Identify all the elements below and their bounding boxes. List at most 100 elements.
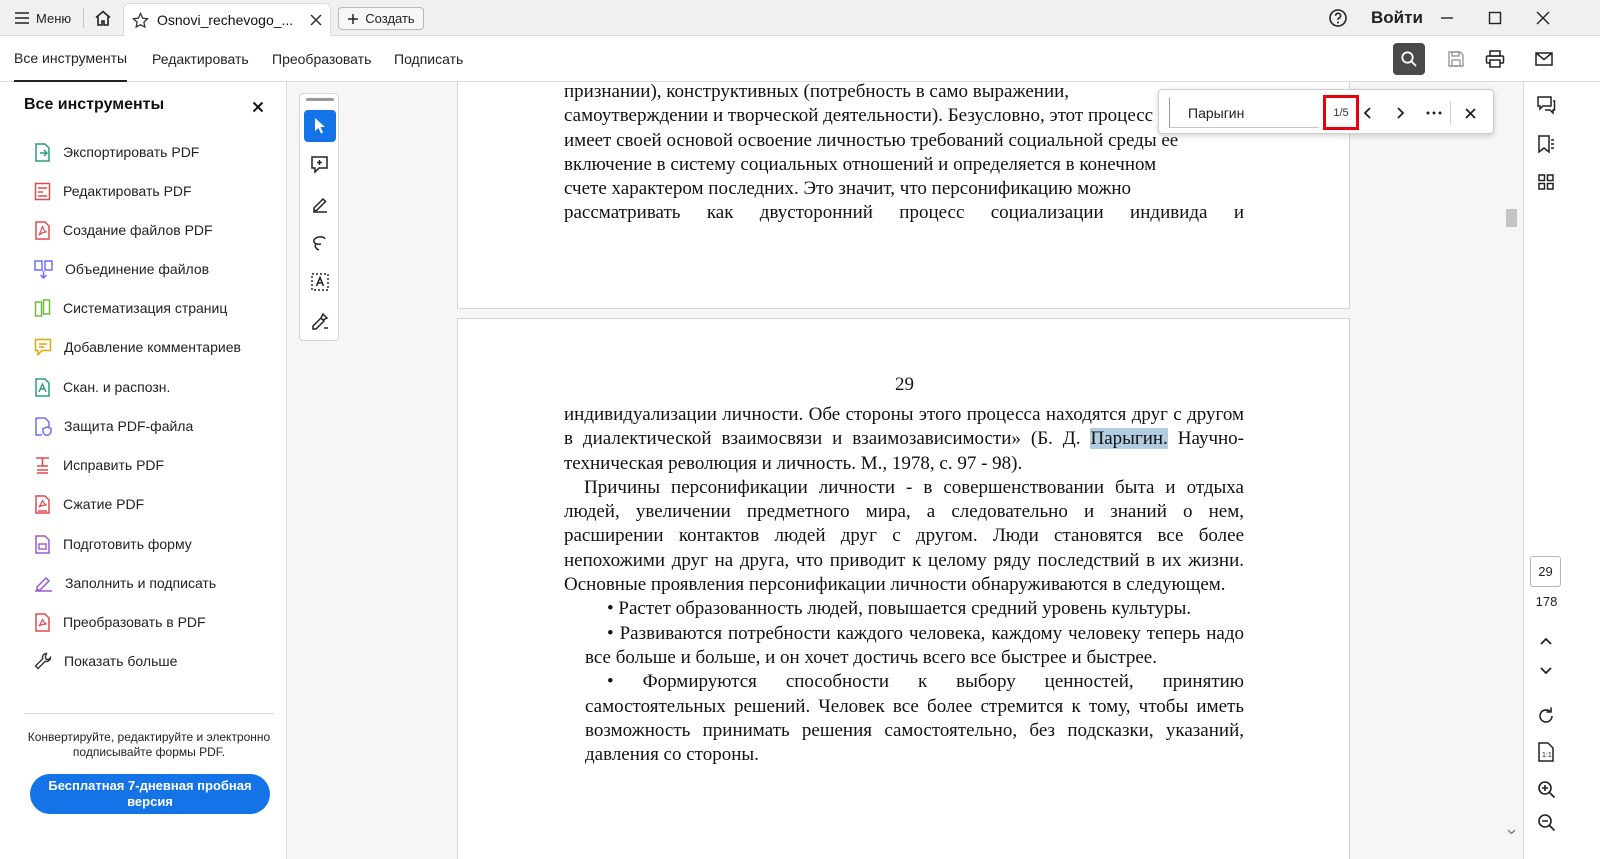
tool-show-more[interactable]: Показать больше [34,650,177,672]
tool-organize-pages[interactable]: Систематизация страниц [34,297,227,319]
email-button[interactable] [1528,43,1560,75]
tool-fill-sign[interactable]: Заполнить и подписать [34,572,216,594]
tool-add-comments[interactable]: Добавление комментариев [34,336,241,358]
help-button[interactable] [1327,7,1349,29]
tool-combine-files[interactable]: Объединение файлов [34,258,209,280]
all-tools-panel: Все инструменты Экспортировать PDF Редак… [0,82,287,859]
tool-label: Редактировать PDF [63,183,192,199]
tool-protect-pdf[interactable]: Защита PDF-файла [34,415,193,437]
drag-handle[interactable] [306,98,334,101]
close-icon[interactable] [310,14,322,26]
menu-button[interactable]: Меню [8,6,77,30]
window-close-button[interactable] [1528,6,1558,30]
login-button[interactable]: Войти [1371,8,1423,28]
tab-convert[interactable]: Преобразовать [272,36,371,82]
cursor-icon [315,118,325,134]
zoom-out-button[interactable] [1532,808,1560,836]
tool-label: Подготовить форму [63,536,192,552]
tool-label: Создание файлов PDF [63,222,213,238]
print-button[interactable] [1479,43,1511,75]
maximize-button[interactable] [1480,6,1510,30]
grid-icon [1538,174,1554,190]
previous-page-button[interactable] [1532,627,1560,655]
create-label: Создать [365,11,415,26]
tool-label: Показать больше [64,653,178,669]
text-select-icon [311,273,329,291]
page-fit-icon: 1:1 [1538,742,1554,762]
minimize-button[interactable] [1432,6,1462,30]
tab-all-tools[interactable]: Все инструменты [14,36,128,82]
highlight-tool-button[interactable] [304,188,336,220]
chevron-right-icon [1397,107,1405,119]
document-tab[interactable]: Osnovi_rechevogo_... [123,3,331,36]
bullet-item: • Развиваются потребности каждого челове… [585,622,1244,668]
pdf-page-29: 29 индивидуализации личности. Обе сторон… [457,318,1350,859]
next-match-button[interactable] [1387,100,1413,126]
tab-sign[interactable]: Подписать [394,36,463,82]
quick-tools-bar [299,93,339,341]
rotate-button[interactable] [1532,702,1560,730]
bookmark-icon [1538,135,1554,154]
maximize-icon [1488,11,1502,25]
divider [1450,101,1451,125]
pen-nib-icon [312,312,329,330]
find-input[interactable] [1169,98,1319,128]
sign-tool-button[interactable] [304,305,336,337]
draw-tool-button[interactable] [304,227,336,259]
paragraph: индивидуализации личности. Обе стороны э… [564,403,1244,476]
page-fit-button[interactable]: 1:1 [1532,738,1560,766]
current-page-input[interactable]: 29 [1530,556,1561,587]
shield-icon [35,416,52,436]
tool-compress-pdf[interactable]: Сжатие PDF [34,493,144,515]
text-line: самоутверждении и творческой деятельност… [564,105,1154,127]
tool-edit-pdf[interactable]: Редактировать PDF [34,180,192,202]
vertical-scrollbar[interactable] [1503,82,1520,859]
main-toolbar: Все инструменты Редактировать Преобразов… [0,36,1600,82]
create-pdf-icon [35,220,50,240]
search-highlight: Парыгин. [1090,428,1168,450]
previous-match-button[interactable] [1355,100,1381,126]
save-button[interactable] [1440,43,1472,75]
title-bar: Меню Osnovi_rechevogo_... Создать Войти [0,0,1600,36]
tool-export-pdf[interactable]: Экспортировать PDF [34,141,199,163]
thumbnails-panel-button[interactable] [1532,168,1560,196]
tool-convert-to-pdf[interactable]: Преобразовать в PDF [34,611,206,633]
home-icon [95,10,111,26]
convert-pdf-icon [35,612,50,632]
tab-title: Osnovi_rechevogo_... [157,12,294,28]
search-button[interactable] [1393,43,1425,75]
star-icon[interactable] [132,11,149,29]
find-bar: 1/5 [1158,89,1494,134]
find-options-button[interactable] [1421,100,1447,126]
text-tool-button[interactable] [304,266,336,298]
add-comment-icon [311,156,328,174]
select-tool-button[interactable] [304,110,336,142]
tab-edit[interactable]: Редактировать [152,36,249,82]
scroll-down-arrow-icon[interactable] [1507,829,1516,835]
tool-prepare-form[interactable]: Подготовить форму [34,533,192,555]
tool-scan-ocr[interactable]: Скан. и распозн. [34,376,170,398]
scrollbar-thumb[interactable] [1506,209,1517,227]
panel-close-button[interactable] [252,100,268,116]
scan-icon [35,377,50,397]
paragraph: Причины персонификации личности - в сове… [564,476,1244,596]
tool-label: Преобразовать в PDF [63,614,206,630]
svg-text:1:1: 1:1 [1542,752,1552,759]
document-viewport[interactable]: признании), конструктивных (потребность … [287,82,1537,859]
tool-redact-pdf[interactable]: Исправить PDF [34,454,164,476]
bookmarks-panel-button[interactable] [1532,130,1560,158]
comment-icon [34,338,52,356]
close-icon [252,101,264,113]
comments-panel-button[interactable] [1532,91,1560,119]
tool-create-pdf[interactable]: Создание файлов PDF [34,219,213,241]
create-button[interactable]: Создать [338,7,424,30]
pen-icon [313,197,327,213]
next-page-button[interactable] [1532,657,1560,685]
comment-tool-button[interactable] [304,149,336,181]
free-trial-button[interactable]: Бесплатная 7-дневная пробная версия [30,774,270,814]
zoom-in-button[interactable] [1532,775,1560,803]
home-button[interactable] [90,6,116,30]
close-find-button[interactable] [1457,100,1483,126]
bullet-item: • Растет образованность людей, повышаетс… [607,598,1192,620]
more-icon [1426,111,1442,115]
